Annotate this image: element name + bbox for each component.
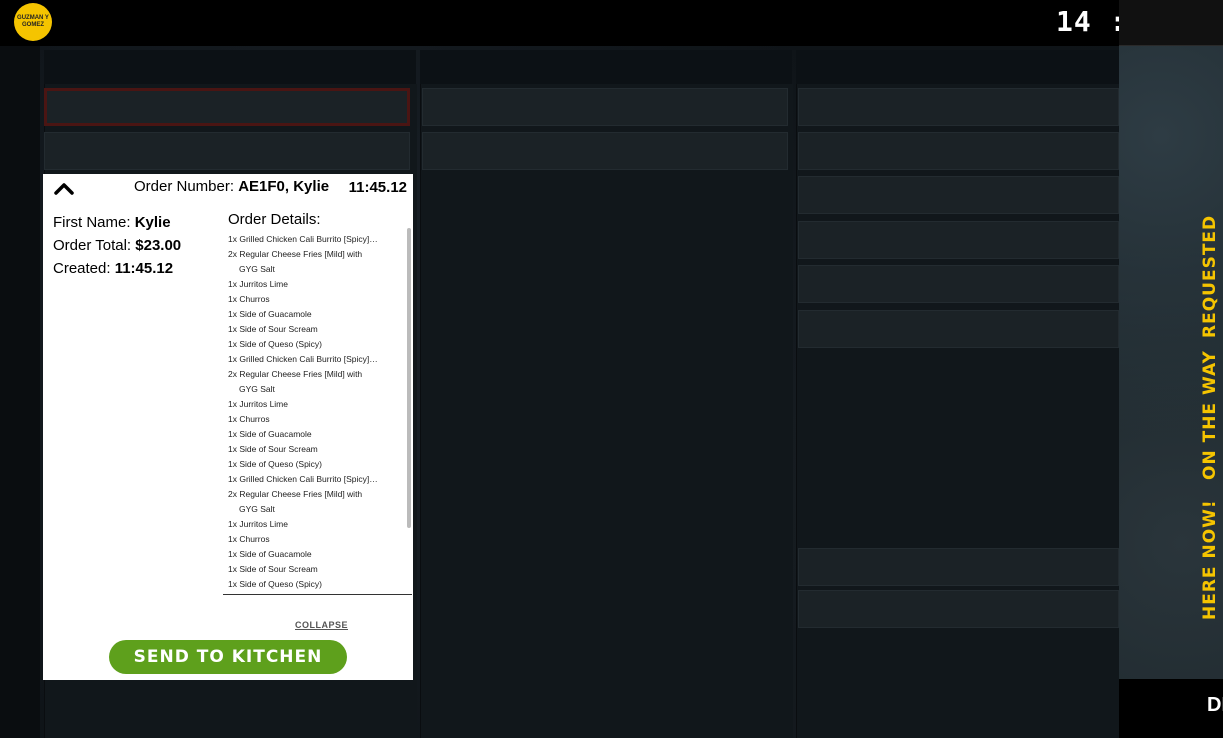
column-2 — [420, 84, 793, 738]
collapse-link[interactable]: COLLAPSE — [295, 620, 348, 630]
order-row[interactable] — [798, 88, 1119, 126]
order-row[interactable] — [798, 265, 1119, 303]
order-row[interactable] — [422, 132, 788, 170]
order-time: 11:45.12 — [348, 179, 407, 196]
list-item: 1x Side of Queso (Spicy) — [228, 579, 323, 589]
list-item: 2x Regular Cheese Fries [Mild] with — [228, 369, 363, 379]
order-row[interactable] — [798, 221, 1119, 259]
list-item: 1x Side of Sour Scream — [228, 444, 318, 454]
order-row[interactable] — [44, 132, 410, 170]
top-bar: GUZMAN Y GOMEZ 14 : 3 — [0, 0, 1119, 46]
scrollbar[interactable] — [407, 228, 411, 528]
order-row[interactable] — [798, 176, 1119, 214]
order-number-label: Order Number: — [134, 178, 239, 195]
first-name-value: Kylie — [134, 214, 171, 231]
list-item: GYG Salt — [239, 264, 275, 274]
order-items-list[interactable]: 1x Grilled Chicken Cali Burrito [Spicy]…… — [228, 232, 405, 590]
list-item: 2x Regular Cheese Fries [Mild] with — [228, 489, 363, 499]
order-total-label: Order Total: — [53, 237, 136, 254]
list-item: 1x Grilled Chicken Cali Burrito [Spicy]… — [228, 474, 378, 484]
list-item: 1x Churros — [228, 534, 270, 544]
list-item: 1x Churros — [228, 294, 270, 304]
sidebar-footer-label[interactable]: DI — [1207, 694, 1223, 717]
order-total-value: $23.00 — [135, 237, 182, 254]
chevron-up-icon[interactable] — [53, 177, 75, 199]
tab-requested[interactable]: REQUESTED — [1200, 215, 1223, 338]
list-item: 2x Regular Cheese Fries [Mild] with — [228, 249, 363, 259]
first-name-label: First Name: — [53, 214, 135, 231]
sidebar-header — [1119, 0, 1223, 46]
list-item: 1x Side of Guacamole — [228, 549, 312, 559]
order-row[interactable] — [798, 310, 1119, 348]
list-item: 1x Side of Guacamole — [228, 309, 312, 319]
order-number-value: AE1F0, Kylie — [238, 178, 330, 195]
clock: 14 : 3 — [1056, 5, 1119, 38]
created-value: 11:45.12 — [114, 260, 174, 277]
send-to-kitchen-button[interactable]: SEND TO KITCHEN — [109, 640, 347, 674]
list-item: 1x Side of Guacamole — [228, 429, 312, 439]
list-item: 1x Side of Queso (Spicy) — [228, 339, 323, 349]
order-row[interactable] — [798, 590, 1119, 628]
column-header-3 — [796, 50, 1119, 84]
divider — [223, 594, 412, 595]
column-header-1 — [44, 50, 416, 84]
brand-logo: GUZMAN Y GOMEZ — [14, 3, 52, 41]
column-header-2 — [420, 50, 792, 84]
order-row[interactable] — [422, 88, 788, 126]
order-row[interactable] — [44, 88, 410, 126]
tab-here-now[interactable]: HERE NOW! — [1200, 499, 1223, 620]
order-row[interactable] — [798, 132, 1119, 170]
list-item: 1x Jurritos Lime — [228, 519, 288, 529]
customer-info: First Name: Kylie Order Total: $23.00 Cr… — [53, 211, 181, 280]
order-row[interactable] — [798, 548, 1119, 586]
created-label: Created: — [53, 260, 115, 277]
list-item: GYG Salt — [239, 504, 275, 514]
list-item: 1x Side of Queso (Spicy) — [228, 459, 323, 469]
tab-on-the-way[interactable]: ON THE WAY — [1200, 350, 1223, 480]
list-item: 1x Jurritos Lime — [228, 399, 288, 409]
left-rail — [0, 46, 40, 738]
list-item: 1x Side of Sour Scream — [228, 324, 318, 334]
order-details-title: Order Details: — [228, 211, 321, 228]
list-item: 1x Side of Sour Scream — [228, 564, 318, 574]
order-detail-card: Order Number: AE1F0, Kylie 11:45.12 Firs… — [43, 174, 413, 680]
list-item: 1x Jurritos Lime — [228, 279, 288, 289]
order-number: Order Number: AE1F0, Kylie — [134, 178, 329, 195]
list-item: 1x Grilled Chicken Cali Burrito [Spicy]… — [228, 354, 378, 364]
list-item: 1x Grilled Chicken Cali Burrito [Spicy]… — [228, 234, 378, 244]
list-item: 1x Churros — [228, 414, 270, 424]
list-item: GYG Salt — [239, 384, 275, 394]
